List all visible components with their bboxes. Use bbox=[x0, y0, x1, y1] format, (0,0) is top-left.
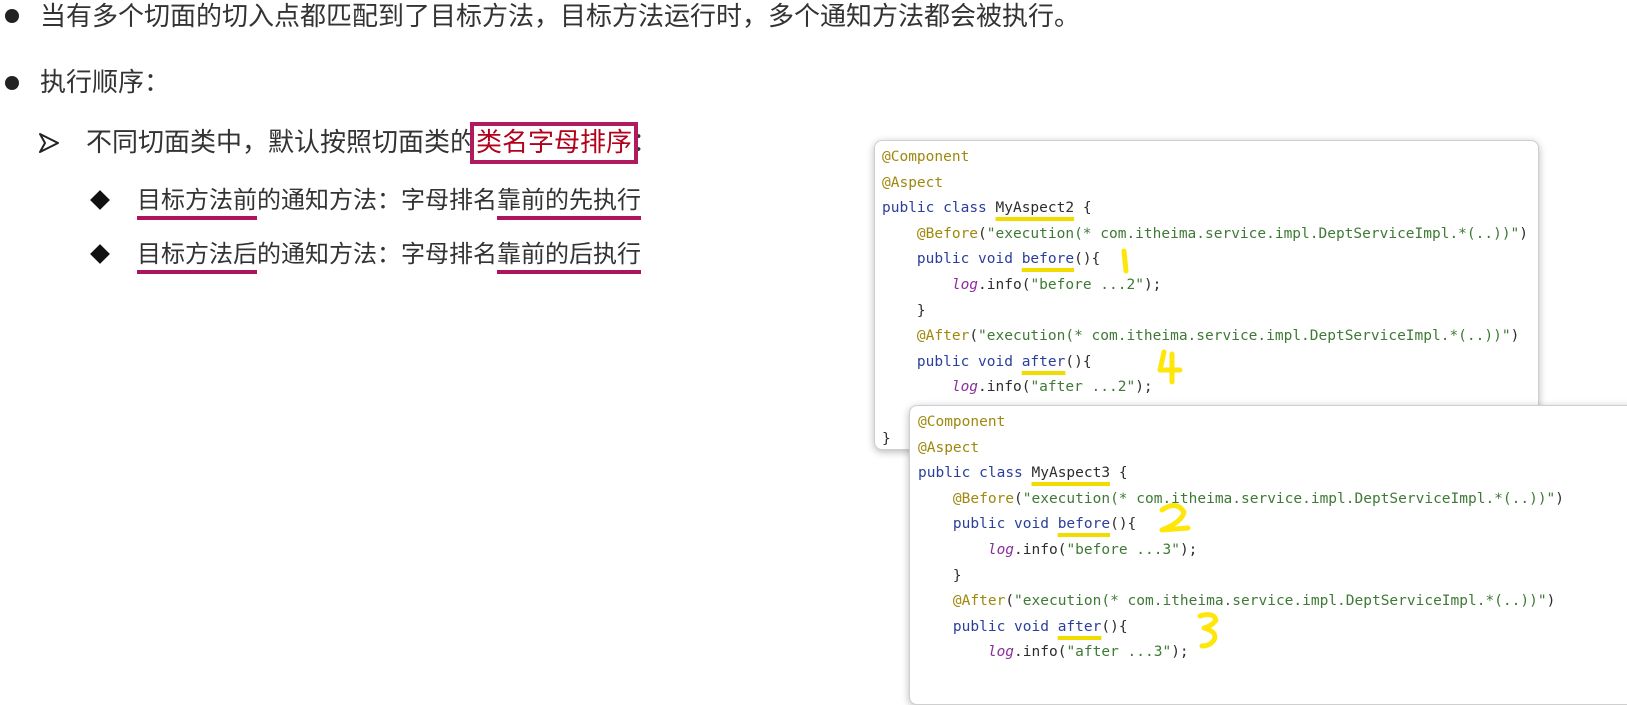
log-field: log bbox=[951, 276, 979, 293]
keyword-class: class bbox=[979, 465, 1023, 482]
order-number-1 bbox=[1121, 248, 1129, 274]
keyword-public: public bbox=[916, 251, 970, 268]
pointcut-expression: "execution(* com.itheima.service.impl.De… bbox=[1022, 490, 1556, 507]
bullet-dot-2 bbox=[5, 76, 19, 90]
paren-open: ( bbox=[969, 328, 979, 345]
method-close-brace: } bbox=[916, 302, 926, 319]
keyword-public: public bbox=[918, 465, 971, 482]
brace-open: { bbox=[1074, 200, 1092, 217]
bullet-dot-1 bbox=[5, 9, 19, 23]
info-call: .info( bbox=[1014, 541, 1067, 558]
annotation-after: @After bbox=[916, 328, 970, 345]
method-tail: (){ bbox=[1101, 618, 1128, 635]
annotation-component: @Component bbox=[882, 149, 970, 165]
statement-end: ); bbox=[1135, 379, 1153, 396]
sub-bullet-text: 不同切面类中，默认按照切面类的类名字母排序： bbox=[86, 122, 659, 164]
method-tail: (){ bbox=[1074, 251, 1101, 268]
order-item-after: 目标方法后的通知方法：字母排名靠前的后执行 bbox=[137, 239, 641, 269]
class-name: MyAspect2 bbox=[995, 200, 1075, 217]
bullet-text-2: 执行顺序： bbox=[40, 68, 171, 98]
annotation-after: @After bbox=[952, 593, 1006, 610]
paren-close: ) bbox=[1519, 225, 1529, 242]
annotation-aspect: @Aspect bbox=[918, 439, 980, 456]
pointcut-expression: "execution(* com.itheima.service.impl.De… bbox=[1014, 593, 1547, 610]
order-item-before: 目标方法前的通知方法：字母排名靠前的先执行 bbox=[137, 185, 641, 215]
code-card-myaspect3: @Component @Aspect public class MyAspect… bbox=[909, 405, 1627, 705]
item2-middle: 的通知方法：字母排名 bbox=[257, 240, 497, 268]
annotation-aspect: @Aspect bbox=[882, 174, 944, 191]
method-tail: (){ bbox=[1110, 516, 1137, 533]
brace-open: { bbox=[1110, 465, 1128, 482]
paren-close: ) bbox=[1555, 490, 1565, 507]
keyword-public: public bbox=[916, 353, 970, 370]
item2-result: 靠前的后执行 bbox=[497, 240, 641, 268]
order-number-2 bbox=[1159, 503, 1191, 533]
log-message: "after ...3" bbox=[1066, 644, 1172, 661]
keyword-public: public bbox=[952, 516, 1006, 533]
bullet-text-1: 当有多个切面的切入点都匹配到了目标方法，目标方法运行时，多个通知方法都会被执行。 bbox=[40, 2, 1081, 32]
keyword-public: public bbox=[882, 200, 935, 217]
class-name-order-highlight: 类名字母排序 bbox=[470, 122, 639, 164]
method-after: after bbox=[1057, 618, 1102, 635]
info-call: .info( bbox=[978, 379, 1031, 396]
keyword-void: void bbox=[978, 353, 1013, 370]
method-after: after bbox=[1021, 353, 1066, 370]
keyword-void: void bbox=[978, 251, 1013, 268]
log-field: log bbox=[951, 379, 979, 396]
paren-open: ( bbox=[1014, 490, 1023, 507]
diamond-bullet-icon-2 bbox=[90, 244, 110, 264]
arrow-bullet-icon bbox=[39, 133, 59, 153]
annotation-before: @Before bbox=[916, 225, 979, 242]
pointcut-expression: "execution(* com.itheima.service.impl.De… bbox=[978, 328, 1511, 345]
paren-close: ) bbox=[1510, 328, 1520, 345]
log-message: "after ...2" bbox=[1030, 379, 1136, 396]
annotation-before: @Before bbox=[952, 490, 1015, 507]
class-close-brace: } bbox=[882, 430, 891, 447]
sub-bullet-prefix: 不同切面类中，默认按照切面类的 bbox=[86, 128, 477, 158]
class-name: MyAspect3 bbox=[1031, 465, 1111, 482]
info-call: .info( bbox=[1014, 644, 1067, 661]
log-field: log bbox=[987, 644, 1015, 661]
sub-bullet-suffix: ： bbox=[632, 128, 659, 158]
paren-open: ( bbox=[1005, 593, 1015, 610]
item2-target-after: 目标方法后 bbox=[137, 240, 257, 268]
paren-open: ( bbox=[978, 225, 987, 242]
item1-result: 靠前的先执行 bbox=[497, 186, 641, 214]
keyword-public: public bbox=[952, 618, 1006, 635]
method-before: before bbox=[1057, 516, 1111, 533]
info-call: .info( bbox=[978, 276, 1031, 293]
pointcut-expression: "execution(* com.itheima.service.impl.De… bbox=[986, 225, 1520, 242]
order-number-4 bbox=[1157, 349, 1183, 385]
diamond-bullet-icon-1 bbox=[90, 190, 110, 210]
keyword-void: void bbox=[1014, 618, 1049, 635]
keyword-void: void bbox=[1014, 516, 1049, 533]
order-number-3 bbox=[1197, 612, 1219, 649]
item1-middle: 的通知方法：字母排名 bbox=[257, 186, 497, 214]
statement-end: ); bbox=[1171, 644, 1189, 661]
paren-close: ) bbox=[1546, 593, 1556, 610]
annotation-component: @Component bbox=[918, 414, 1006, 430]
keyword-class: class bbox=[943, 200, 987, 217]
log-field: log bbox=[987, 541, 1015, 558]
code-card-myaspect2: @Component @Aspect public class MyAspect… bbox=[874, 140, 1539, 450]
item1-target-before: 目标方法前 bbox=[137, 186, 257, 214]
method-close-brace: } bbox=[952, 567, 962, 584]
method-tail: (){ bbox=[1065, 353, 1092, 370]
method-before: before bbox=[1021, 251, 1075, 268]
